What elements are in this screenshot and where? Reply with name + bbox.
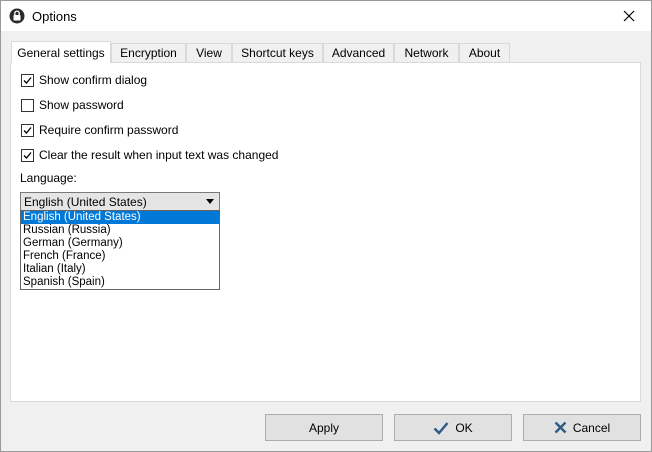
close-icon bbox=[623, 10, 635, 22]
general-settings-panel: Show confirm dialog Show password Requir… bbox=[10, 62, 641, 402]
tab-label: View bbox=[196, 46, 222, 60]
lock-icon bbox=[9, 8, 25, 24]
tab-label: About bbox=[468, 46, 501, 60]
checkbox-label: Clear the result when input text was cha… bbox=[39, 148, 279, 162]
checkmark-icon bbox=[23, 76, 32, 84]
tab-label: General settings bbox=[17, 45, 105, 60]
chevron-down-icon bbox=[206, 199, 214, 204]
tab-shortcut-keys[interactable]: Shortcut keys bbox=[232, 43, 323, 62]
window-title: Options bbox=[32, 9, 77, 24]
ok-label: OK bbox=[455, 420, 473, 435]
checkbox-box bbox=[21, 98, 34, 112]
tab-label: Encryption bbox=[120, 46, 177, 60]
apply-button[interactable]: Apply bbox=[265, 414, 383, 441]
tab-encryption[interactable]: Encryption bbox=[111, 43, 186, 62]
title-bar: Options bbox=[1, 1, 651, 31]
language-dropdown-list: English (United States) Russian (Russia)… bbox=[20, 210, 220, 290]
language-option-italian[interactable]: Italian (Italy) bbox=[21, 263, 219, 276]
language-option-german[interactable]: German (Germany) bbox=[21, 237, 219, 250]
show-password-checkbox[interactable]: Show password bbox=[21, 98, 124, 112]
language-option-french[interactable]: French (France) bbox=[21, 250, 219, 263]
x-icon bbox=[554, 421, 567, 434]
checkmark-icon bbox=[23, 151, 32, 159]
language-label: Language: bbox=[20, 171, 77, 185]
options-window: Options General settings Encryption View… bbox=[0, 0, 652, 452]
cancel-button[interactable]: Cancel bbox=[523, 414, 641, 441]
apply-label: Apply bbox=[308, 420, 340, 435]
language-option-english[interactable]: English (United States) bbox=[21, 211, 219, 224]
language-option-russian[interactable]: Russian (Russia) bbox=[21, 224, 219, 237]
tab-general-settings[interactable]: General settings bbox=[11, 41, 111, 63]
language-select[interactable]: English (United States) bbox=[20, 192, 220, 211]
checkmark-icon bbox=[23, 126, 32, 134]
ok-button[interactable]: OK bbox=[394, 414, 512, 441]
language-selected-value: English (United States) bbox=[24, 195, 147, 209]
tab-view[interactable]: View bbox=[186, 43, 232, 62]
checkbox-box bbox=[21, 148, 34, 162]
tab-network[interactable]: Network bbox=[394, 43, 459, 62]
cancel-label: Cancel bbox=[572, 420, 611, 435]
require-confirm-password-checkbox[interactable]: Require confirm password bbox=[21, 123, 178, 137]
checkbox-box bbox=[21, 73, 34, 87]
tab-label: Advanced bbox=[331, 46, 386, 60]
clear-result-checkbox[interactable]: Clear the result when input text was cha… bbox=[21, 148, 278, 162]
tab-about[interactable]: About bbox=[459, 43, 510, 62]
show-confirm-dialog-checkbox[interactable]: Show confirm dialog bbox=[21, 73, 147, 87]
checkbox-box bbox=[21, 123, 34, 137]
checkbox-label: Show password bbox=[39, 98, 124, 112]
tab-advanced[interactable]: Advanced bbox=[323, 43, 394, 62]
tab-label: Network bbox=[404, 46, 449, 60]
language-option-spanish[interactable]: Spanish (Spain) bbox=[21, 276, 219, 289]
tab-label: Shortcut keys bbox=[241, 46, 314, 60]
check-icon bbox=[433, 421, 449, 435]
close-button[interactable] bbox=[607, 1, 651, 31]
checkbox-label: Show confirm dialog bbox=[39, 73, 148, 87]
checkbox-label: Require confirm password bbox=[39, 123, 179, 137]
